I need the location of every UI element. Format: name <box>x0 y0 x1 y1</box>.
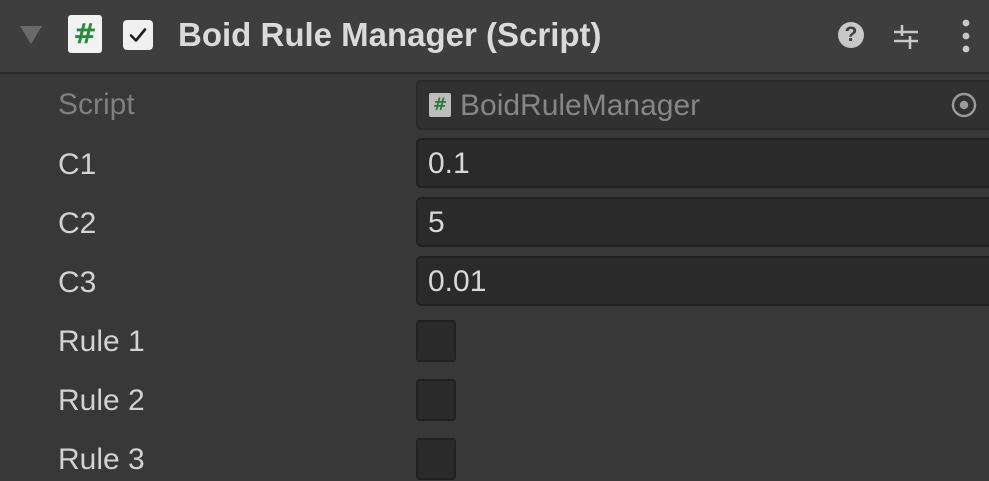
object-picker-icon[interactable] <box>950 91 978 119</box>
rule-1-label: Rule 1 <box>58 325 145 358</box>
c3-label: C3 <box>58 266 97 299</box>
c3-value: 0.01 <box>428 265 487 298</box>
c2-label: C2 <box>58 207 97 240</box>
inspector-panel: # Boid Rule Manager (Script) ? Script # … <box>0 0 989 481</box>
rule-2-checkbox[interactable] <box>416 379 456 421</box>
help-icon[interactable]: ? <box>838 22 864 48</box>
component-title: Boid Rule Manager (Script) <box>178 16 602 53</box>
presets-icon[interactable] <box>890 20 922 52</box>
c2-field[interactable]: 5 <box>416 197 989 247</box>
script-value: BoidRuleManager <box>460 89 701 122</box>
rule-3-checkbox[interactable] <box>416 438 456 480</box>
foldout-arrow-icon[interactable] <box>20 26 42 44</box>
rule-3-label: Rule 3 <box>58 443 145 476</box>
kebab-menu-icon[interactable] <box>958 17 974 55</box>
c2-value: 5 <box>428 206 445 239</box>
csharp-script-icon: # <box>429 93 451 117</box>
component-header[interactable]: # Boid Rule Manager (Script) ? <box>0 0 989 74</box>
c1-value: 0.1 <box>428 147 470 180</box>
rule-1-checkbox[interactable] <box>416 320 456 362</box>
checkmark-icon <box>129 28 147 42</box>
component-enabled-checkbox[interactable] <box>123 20 153 50</box>
c1-field[interactable]: 0.1 <box>416 138 989 188</box>
rule-2-label: Rule 2 <box>58 384 145 417</box>
csharp-script-icon: # <box>68 15 102 53</box>
script-label: Script <box>58 88 135 121</box>
c3-field[interactable]: 0.01 <box>416 256 989 306</box>
script-object-field[interactable]: # BoidRuleManager <box>416 80 989 130</box>
c1-label: C1 <box>58 148 97 181</box>
